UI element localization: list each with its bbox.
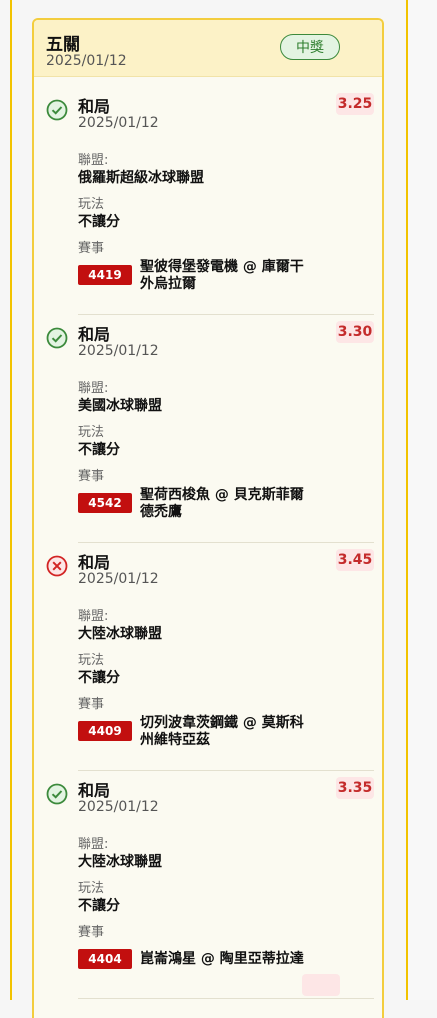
right-rail bbox=[406, 0, 408, 1000]
check-circle-icon bbox=[46, 327, 68, 349]
next-odds-badge-peek bbox=[302, 974, 340, 996]
match-label: 賽事 bbox=[78, 241, 105, 256]
event-name[interactable]: 崑崙鴻星 @ 陶里亞蒂拉達 bbox=[140, 951, 340, 968]
odds-badge: 3.30 bbox=[336, 321, 374, 343]
win-status-badge: 中獎 bbox=[280, 34, 340, 60]
odds-badge: 3.45 bbox=[336, 549, 374, 571]
league-label: 聯盟: bbox=[78, 837, 109, 852]
event-name-line1: 崑崙鴻星 @ 陶里亞蒂拉達 bbox=[140, 951, 304, 967]
card-title: 五關 bbox=[46, 35, 80, 55]
play-type-label: 玩法 bbox=[78, 197, 105, 212]
bet-result: 和局 bbox=[78, 553, 111, 572]
match-label: 賽事 bbox=[78, 469, 105, 484]
event-name-line1: 聖荷西梭魚 @ 貝克斯菲爾 bbox=[140, 487, 304, 503]
event-code-badge[interactable]: 4419 bbox=[78, 265, 132, 285]
check-circle-icon bbox=[46, 783, 68, 805]
league-value: 俄羅斯超級冰球聯盟 bbox=[78, 170, 204, 186]
play-type-value: 不讓分 bbox=[78, 214, 120, 230]
check-circle-icon bbox=[46, 99, 68, 121]
league-value: 美國冰球聯盟 bbox=[78, 398, 162, 414]
bet-date: 2025/01/12 bbox=[78, 799, 159, 815]
league-label: 聯盟: bbox=[78, 381, 109, 396]
play-type-value: 不讓分 bbox=[78, 670, 120, 686]
card-header[interactable]: 五關 2025/01/12 中獎 bbox=[34, 20, 382, 77]
event-name-line2: 德禿鷹 bbox=[140, 504, 182, 520]
bet-date: 2025/01/12 bbox=[78, 343, 159, 359]
event-name-line1: 切列波韋茨鋼鐵 @ 莫斯科 bbox=[140, 715, 304, 731]
bet-result: 和局 bbox=[78, 325, 111, 344]
league-value: 大陸冰球聯盟 bbox=[78, 626, 162, 642]
play-type-value: 不讓分 bbox=[78, 442, 120, 458]
bet-entry: 和局 2025/01/12 3.25 聯盟: 俄羅斯超級冰球聯盟 玩法 不讓分 … bbox=[34, 87, 382, 315]
play-type-label: 玩法 bbox=[78, 881, 105, 896]
odds-badge: 3.25 bbox=[336, 93, 374, 115]
match-label: 賽事 bbox=[78, 925, 105, 940]
left-rail bbox=[10, 0, 12, 1000]
right-background bbox=[408, 0, 437, 1000]
card-date: 2025/01/12 bbox=[46, 53, 127, 69]
event-code-badge[interactable]: 4404 bbox=[78, 949, 132, 969]
bet-entry: 和局 2025/01/12 3.45 聯盟: 大陸冰球聯盟 玩法 不讓分 賽事 … bbox=[34, 543, 382, 771]
bet-result: 和局 bbox=[78, 97, 111, 116]
bet-result: 和局 bbox=[78, 781, 111, 800]
bet-entry: 和局 2025/01/12 3.35 聯盟: 大陸冰球聯盟 玩法 不讓分 賽事 … bbox=[34, 771, 382, 999]
event-code-badge[interactable]: 4542 bbox=[78, 493, 132, 513]
event-name[interactable]: 聖彼得堡發電機 @ 庫爾干 外烏拉爾 bbox=[140, 259, 340, 293]
event-name[interactable]: 聖荷西梭魚 @ 貝克斯菲爾 德禿鷹 bbox=[140, 487, 340, 521]
match-label: 賽事 bbox=[78, 697, 105, 712]
entry-divider bbox=[78, 998, 374, 999]
event-name-line1: 聖彼得堡發電機 @ 庫爾干 bbox=[140, 259, 304, 275]
play-type-label: 玩法 bbox=[78, 653, 105, 668]
parlay-card: 五關 2025/01/12 中獎 和局 2025/01/12 3.25 聯盟: … bbox=[32, 18, 384, 1018]
league-label: 聯盟: bbox=[78, 609, 109, 624]
event-name[interactable]: 切列波韋茨鋼鐵 @ 莫斯科 州維特亞茲 bbox=[140, 715, 340, 749]
bet-date: 2025/01/12 bbox=[78, 571, 159, 587]
odds-badge: 3.35 bbox=[336, 777, 374, 799]
league-label: 聯盟: bbox=[78, 153, 109, 168]
bet-entry: 和局 2025/01/12 3.30 聯盟: 美國冰球聯盟 玩法 不讓分 賽事 … bbox=[34, 315, 382, 543]
bet-date: 2025/01/12 bbox=[78, 115, 159, 131]
league-value: 大陸冰球聯盟 bbox=[78, 854, 162, 870]
event-name-line2: 外烏拉爾 bbox=[140, 276, 196, 292]
event-code-badge[interactable]: 4409 bbox=[78, 721, 132, 741]
x-circle-icon bbox=[46, 555, 68, 577]
play-type-label: 玩法 bbox=[78, 425, 105, 440]
play-type-value: 不讓分 bbox=[78, 898, 120, 914]
event-name-line2: 州維特亞茲 bbox=[140, 732, 210, 748]
